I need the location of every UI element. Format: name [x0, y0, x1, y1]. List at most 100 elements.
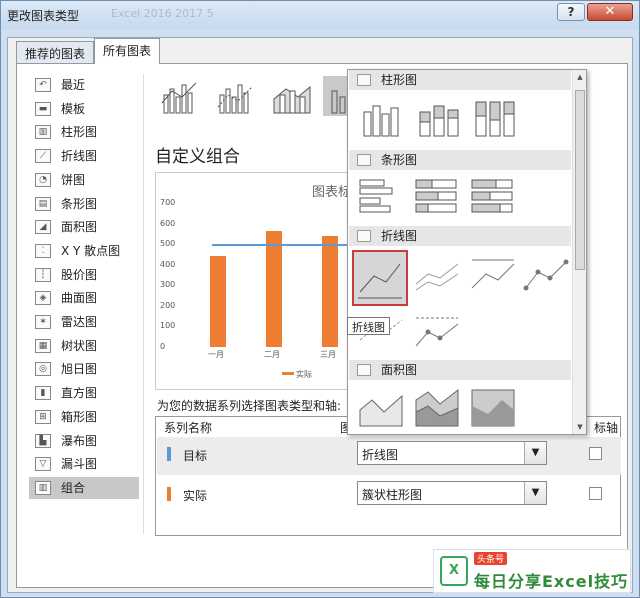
sidebar-item-bar[interactable]: ▤ 条形图	[29, 193, 139, 215]
gallery-stacked-area[interactable]	[412, 386, 464, 432]
y-tick-label: 0	[160, 342, 166, 351]
change-chart-type-dialog: 更改图表类型 Excel 2016 2017 5 ? ✕ 推荐的图表 所有图表 …	[0, 0, 640, 598]
sunburst-chart-icon: ◎	[35, 362, 51, 377]
target-series-line	[212, 244, 366, 247]
sidebar-item-area[interactable]: ◢ 面积图	[29, 216, 139, 238]
watermark-text: 每日分享Excel技巧	[474, 572, 629, 591]
section-label: 折线图	[381, 229, 418, 243]
folder-icon: ▬	[35, 101, 51, 116]
sidebar-item-recent[interactable]: ↶ 最近	[29, 74, 139, 96]
sidebar-item-funnel[interactable]: ▽ 漏斗图	[29, 453, 139, 475]
chart-legend: 实际	[282, 369, 312, 380]
series-row-target: 目标 折线图 ▼	[157, 437, 621, 475]
gallery-area[interactable]	[356, 386, 408, 432]
sidebar-item-box[interactable]: ⊞ 箱形图	[29, 406, 139, 428]
sidebar-item-histogram[interactable]: ▮ 直方图	[29, 382, 139, 404]
sidebar-item-label: 折线图	[61, 149, 98, 164]
select-value: 簇状柱形图	[362, 488, 423, 502]
surface-chart-icon: ◈	[35, 291, 51, 306]
chart-type-select[interactable]: 折线图 ▼	[357, 441, 547, 465]
gallery-stacked-column[interactable]	[412, 96, 464, 142]
histogram-chart-icon: ▮	[35, 386, 51, 401]
section-heading: 自定义组合	[155, 147, 240, 167]
sidebar-item-label: 树状图	[61, 338, 98, 353]
column-chart-icon	[357, 74, 371, 86]
chart-type-select[interactable]: 簇状柱形图 ▼	[357, 481, 547, 505]
area-chart-icon: ◢	[35, 220, 51, 235]
gallery-scrollbar[interactable]: ▲ ▼	[572, 70, 586, 434]
divider	[143, 74, 144, 534]
y-tick-label: 700	[160, 198, 176, 207]
series-prompt: 为您的数据系列选择图表类型和轴:	[157, 399, 342, 413]
combo-subtype-area-column[interactable]	[269, 76, 313, 116]
radar-chart-icon: ✶	[35, 315, 51, 329]
sidebar-item-scatter[interactable]: ⁚ X Y 散点图	[29, 240, 139, 262]
scrollbar-thumb[interactable]	[575, 90, 585, 270]
gallery-100-stacked-line-markers[interactable]	[412, 310, 464, 356]
sidebar-item-label: 组合	[61, 480, 86, 495]
tab-all-charts[interactable]: 所有图表	[94, 38, 161, 64]
y-tick-label: 400	[160, 259, 176, 269]
series-color-swatch	[167, 487, 171, 501]
area-chart-icon	[357, 364, 371, 376]
sidebar-item-radar[interactable]: ✶ 雷达图	[29, 311, 139, 333]
close-button[interactable]: ✕	[587, 3, 633, 21]
sidebar-item-line[interactable]: ⟋ 折线图	[29, 145, 139, 167]
line-chart-icon: ⟋	[35, 149, 51, 164]
gallery-clustered-column[interactable]	[356, 96, 408, 142]
secondary-axis-checkbox[interactable]	[589, 447, 602, 460]
gallery-line[interactable]	[352, 250, 408, 306]
watermark-badge: 头条号	[474, 552, 508, 565]
sidebar-item-label: 面积图	[61, 220, 98, 235]
dropdown-arrow-icon[interactable]: ▼	[524, 482, 546, 504]
combo-chart-icon: ▥	[35, 480, 51, 495]
section-label: 条形图	[381, 153, 418, 167]
gallery-clustered-bar[interactable]	[356, 174, 408, 220]
sidebar-item-stock[interactable]: ┆ 股价图	[29, 264, 139, 286]
tab-recommended-charts[interactable]: 推荐的图表	[16, 41, 95, 63]
gallery-100-stacked-line[interactable]	[468, 254, 520, 300]
combo-subtype-clustered-line-secondary[interactable]	[213, 76, 257, 116]
gallery-100-stacked-bar[interactable]	[468, 174, 520, 220]
faded-title-text: Excel 2016 2017 5	[111, 7, 214, 20]
x-tick-label: 三月	[320, 350, 336, 359]
section-label: 面积图	[381, 363, 418, 377]
combo-subtype-clustered-line[interactable]	[157, 76, 201, 116]
sidebar-item-label: X Y 散点图	[61, 243, 121, 258]
sidebar-item-treemap[interactable]: ▦ 树状图	[29, 335, 139, 357]
sidebar-item-combo[interactable]: ▥ 组合	[29, 476, 139, 499]
gallery-line-markers[interactable]	[522, 254, 574, 300]
legend-label: 实际	[296, 370, 312, 379]
tooltip: 折线图	[347, 317, 390, 335]
bar-actual-二月	[266, 230, 282, 347]
gallery-100-stacked-column[interactable]	[468, 96, 520, 142]
sidebar-item-label: 条形图	[61, 196, 98, 211]
bar-actual-一月	[210, 256, 226, 347]
gallery-section-area: 面积图	[349, 360, 571, 380]
gallery-section-bar: 条形图	[349, 150, 571, 170]
sidebar-item-label: 箱形图	[61, 409, 98, 424]
series-name: 目标	[183, 449, 208, 463]
sidebar-item-pie[interactable]: ◔ 饼图	[29, 169, 139, 191]
sidebar-item-label: 饼图	[61, 172, 86, 187]
waterfall-chart-icon: ▙	[35, 433, 51, 448]
sidebar-item-label: 雷达图	[61, 315, 98, 329]
sidebar-item-folder[interactable]: ▬ 模板	[29, 98, 139, 120]
sidebar-item-column[interactable]: ▥ 柱形图	[29, 121, 139, 143]
sidebar-item-surface[interactable]: ◈ 曲面图	[29, 287, 139, 309]
dropdown-arrow-icon[interactable]: ▼	[524, 442, 546, 464]
bar-actual-三月	[322, 235, 338, 347]
gallery-100-stacked-area[interactable]	[468, 386, 520, 432]
scroll-down-icon[interactable]: ▼	[573, 420, 586, 434]
sidebar-item-sunburst[interactable]: ◎ 旭日图	[29, 358, 139, 380]
help-button[interactable]: ?	[557, 3, 585, 21]
gallery-stacked-line[interactable]	[412, 254, 464, 300]
sidebar-item-waterfall[interactable]: ▙ 瀑布图	[29, 430, 139, 452]
gallery-stacked-bar[interactable]	[412, 174, 464, 220]
scroll-up-icon[interactable]: ▲	[573, 70, 586, 84]
treemap-chart-icon: ▦	[35, 338, 51, 353]
secondary-axis-checkbox[interactable]	[589, 487, 602, 500]
bar-chart-icon	[357, 154, 371, 166]
series-color-swatch	[167, 447, 171, 461]
sidebar-item-label: 曲面图	[61, 291, 98, 306]
